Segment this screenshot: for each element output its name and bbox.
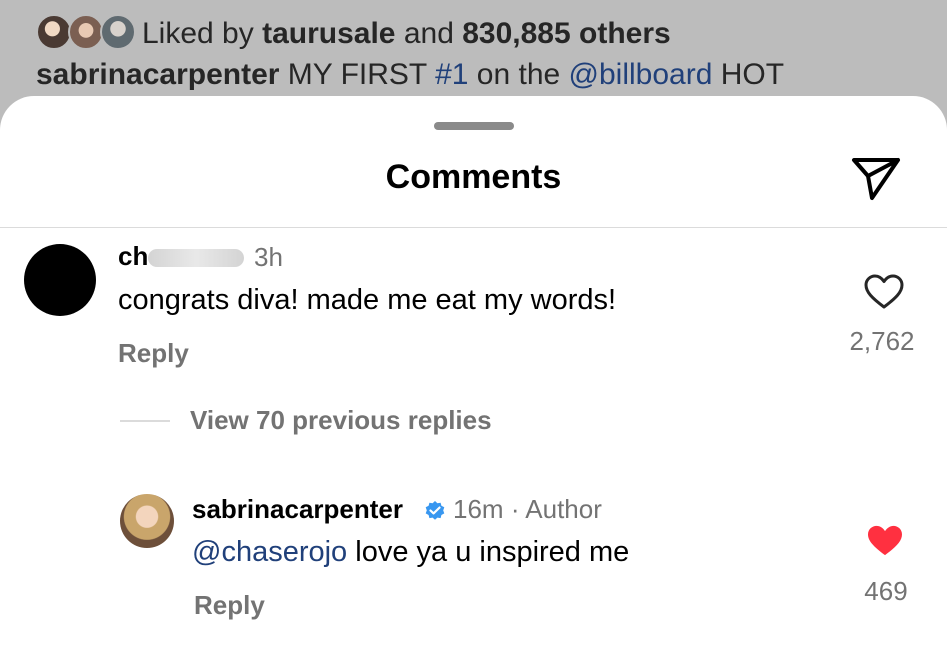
liked-by-text: Liked by taurusale and 830,885 others xyxy=(142,17,671,51)
author-avatar[interactable] xyxy=(120,494,174,548)
liker-avatar xyxy=(100,14,136,50)
view-previous-replies-button[interactable]: View 70 previous replies xyxy=(190,405,492,436)
liker-avatars xyxy=(36,14,136,54)
liker-avatar xyxy=(36,14,72,50)
reply-time: 16m xyxy=(453,494,504,524)
comment-text: congrats diva! made me eat my words! xyxy=(118,284,617,316)
header-divider xyxy=(0,227,947,228)
heart-outline-icon[interactable] xyxy=(864,274,904,310)
reply-body: love ya u inspired me xyxy=(355,536,630,568)
reply-mention[interactable]: @chaserojo xyxy=(192,536,347,568)
reply-username[interactable]: sabrinacarpenter xyxy=(192,494,403,525)
comment-time: 3h xyxy=(254,242,283,272)
reply-button[interactable]: Reply xyxy=(194,590,265,621)
caption-hashtag[interactable]: #1 xyxy=(435,58,468,91)
sheet-title: Comments xyxy=(385,158,562,196)
caption-text: on the xyxy=(476,58,561,91)
redacted-username-blur xyxy=(148,249,244,267)
author-label: Author xyxy=(525,494,602,524)
liked-user-link[interactable]: taurusale xyxy=(262,17,395,50)
caption-username[interactable]: sabrinacarpenter xyxy=(36,58,279,91)
reply-meta: 16m · Author xyxy=(453,494,602,525)
heart-filled-icon[interactable] xyxy=(866,524,904,558)
caption-text: HOT xyxy=(720,58,785,91)
sheet-grabber[interactable] xyxy=(434,122,514,130)
caption-text: MY FIRST xyxy=(287,58,427,91)
caption-mention[interactable]: @billboard xyxy=(569,58,713,91)
replies-connector-line xyxy=(120,420,170,422)
commenter-username[interactable]: ch xyxy=(118,241,148,272)
liker-avatar xyxy=(68,14,104,50)
post-caption: sabrinacarpenter MY FIRST #1 on the @bil… xyxy=(36,58,784,92)
liked-and: and xyxy=(403,17,454,50)
meta-separator: · xyxy=(510,494,520,524)
paper-plane-icon[interactable] xyxy=(848,154,904,204)
comment-like-count: 2,762 xyxy=(849,326,915,356)
liked-by-row[interactable]: Liked by taurusale and 830,885 others xyxy=(36,12,671,56)
comments-sheet: Comments ch 3h congrats diva! made me ea… xyxy=(0,96,947,656)
liked-prefix: Liked by xyxy=(142,17,254,50)
liked-count-link[interactable]: 830,885 others xyxy=(462,17,670,50)
reply-button[interactable]: Reply xyxy=(118,338,189,369)
commenter-avatar[interactable] xyxy=(24,244,96,316)
reply-text: @chaserojo love ya u inspired me xyxy=(192,536,629,569)
verified-badge-icon xyxy=(425,501,445,520)
reply-like-count: 469 xyxy=(864,576,908,606)
